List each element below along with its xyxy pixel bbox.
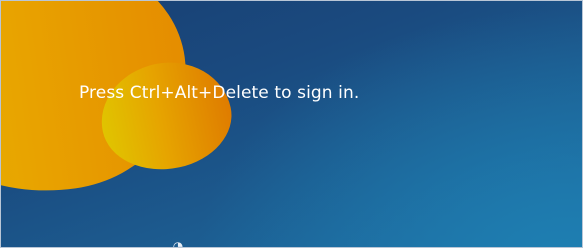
- ease-of-access-icon[interactable]: ◔: [171, 239, 185, 247]
- lock-screen: Press Ctrl+Alt+Delete to sign in. ◔: [0, 0, 583, 248]
- sign-in-prompt: Press Ctrl+Alt+Delete to sign in.: [79, 83, 360, 103]
